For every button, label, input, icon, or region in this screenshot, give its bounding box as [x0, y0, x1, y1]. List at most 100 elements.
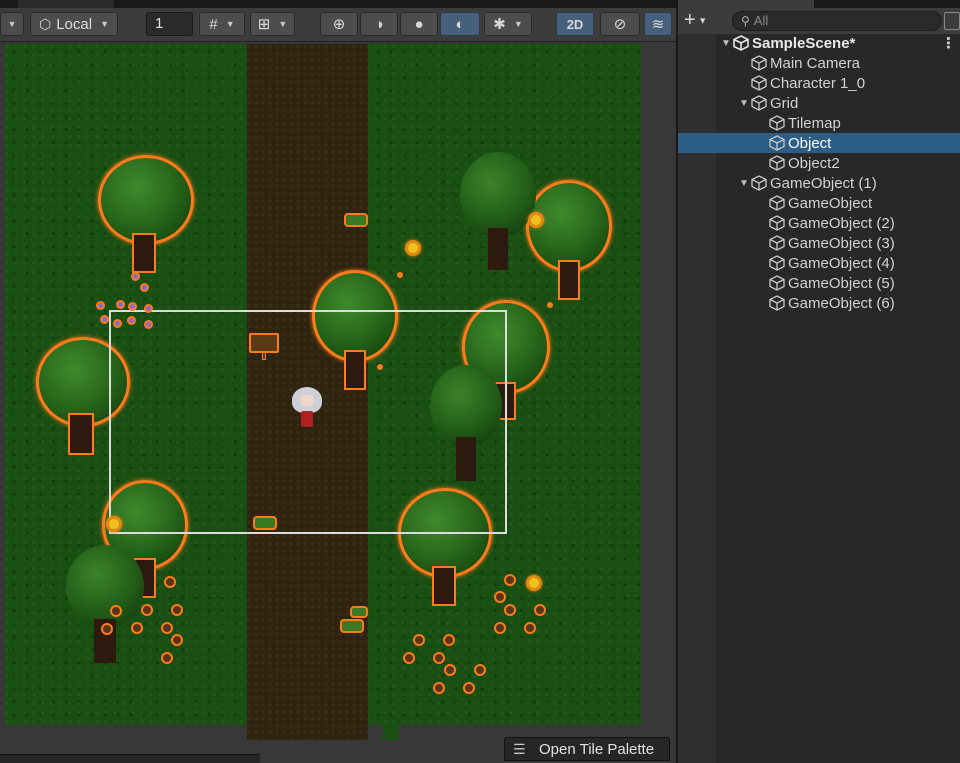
flower-sprite[interactable] — [504, 604, 516, 616]
collapse-arrow-icon[interactable]: ▼ — [720, 38, 732, 49]
unity-scene-icon — [733, 35, 749, 51]
sunflower-sprite[interactable] — [405, 240, 421, 256]
flower-sprite[interactable] — [463, 682, 475, 694]
flower-sprite[interactable] — [524, 622, 536, 634]
hierarchy-tab[interactable] — [678, 0, 814, 8]
flower-sprite[interactable] — [403, 652, 415, 664]
hierarchy-item[interactable]: Tilemap — [678, 113, 960, 133]
flower-sprite[interactable] — [161, 622, 173, 634]
tree-sprite[interactable] — [98, 155, 194, 273]
sunflower-sprite[interactable] — [106, 516, 122, 532]
grass-tuft-sprite[interactable] — [340, 619, 364, 633]
purple-flower-sprite[interactable] — [100, 315, 109, 324]
grass-tuft-sprite[interactable] — [344, 213, 368, 227]
purple-flower-sprite[interactable] — [127, 316, 136, 325]
flower-sprite[interactable] — [474, 664, 486, 676]
gameobject-cube-icon — [769, 235, 785, 251]
hierarchy-item[interactable]: GameObject — [678, 193, 960, 213]
purple-flower-sprite[interactable] — [113, 319, 122, 328]
scene-toolbar: ▼ ⬡ Local ▼ 1 # ▼ ⊞ ▼ ⊕ ◑ ● ◐ ✱ ▼ 2D ⊘ ≋ — [0, 8, 676, 42]
pebble-sprite — [397, 272, 403, 278]
character-body — [301, 411, 313, 427]
flower-sprite[interactable] — [164, 576, 176, 588]
lit-shading-button[interactable]: ◐ — [440, 12, 480, 36]
add-object-button[interactable]: + ▼ — [684, 10, 720, 31]
tool-dropdown[interactable]: ▼ — [0, 12, 24, 36]
shaded-shading-button[interactable]: ● — [400, 12, 438, 36]
flower-sprite[interactable] — [444, 664, 456, 676]
gameobject-cube-icon — [769, 215, 785, 231]
hierarchy-item[interactable]: Main Camera — [678, 53, 960, 73]
draw-mode-button[interactable]: ⊕ — [320, 12, 358, 36]
hierarchy-item[interactable]: Object2 — [678, 153, 960, 173]
flower-sprite[interactable] — [171, 634, 183, 646]
flower-sprite[interactable] — [534, 604, 546, 616]
hierarchy-item[interactable]: Object — [678, 133, 960, 153]
flower-sprite[interactable] — [433, 652, 445, 664]
gizmos-debug-button[interactable]: ✱ ▼ — [484, 12, 532, 36]
flower-sprite[interactable] — [161, 652, 173, 664]
flower-sprite[interactable] — [494, 591, 506, 603]
hierarchy-search-input[interactable]: ⚲ All — [732, 11, 942, 31]
hierarchy-item[interactable]: GameObject (5) — [678, 273, 960, 293]
flower-sprite[interactable] — [443, 634, 455, 646]
hierarchy-item-label: GameObject (3) — [788, 234, 895, 252]
more-options-icon[interactable]: ⋮ — [941, 34, 956, 52]
signpost-sprite[interactable] — [249, 333, 279, 353]
increment-snap-button[interactable]: ⊞ ▼ — [250, 12, 295, 36]
collapse-arrow-icon[interactable]: ▼ — [738, 98, 750, 109]
layers-button[interactable]: ≋ — [644, 12, 672, 36]
flower-sprite[interactable] — [171, 604, 183, 616]
hierarchy-item[interactable]: GameObject (2) — [678, 213, 960, 233]
sunflower-sprite[interactable] — [528, 212, 544, 228]
hierarchy-item-label: Character 1_0 — [770, 74, 866, 92]
flower-sprite[interactable] — [504, 574, 516, 586]
player-character-sprite[interactable] — [292, 387, 322, 431]
tree-sprite[interactable] — [460, 152, 536, 270]
audio-toggle-button[interactable]: ⊘ — [600, 12, 640, 36]
scene-view-panel: ▼ ⬡ Local ▼ 1 # ▼ ⊞ ▼ ⊕ ◑ ● ◐ ✱ ▼ 2D ⊘ ≋ — [0, 0, 676, 763]
toggle-2d-button[interactable]: 2D — [556, 12, 594, 36]
purple-flower-sprite[interactable] — [96, 301, 105, 310]
purple-flower-sprite[interactable] — [140, 283, 149, 292]
hierarchy-item[interactable]: GameObject (4) — [678, 253, 960, 273]
hierarchy-item[interactable]: ▼ Grid — [678, 93, 960, 113]
flower-sprite[interactable] — [131, 622, 143, 634]
grass-tuft-sprite[interactable] — [253, 516, 277, 530]
flower-sprite[interactable] — [101, 623, 113, 635]
flower-sprite[interactable] — [494, 622, 506, 634]
grid-snap-value-field[interactable]: 1 — [146, 12, 193, 36]
flower-sprite[interactable] — [110, 605, 122, 617]
purple-flower-sprite[interactable] — [144, 320, 153, 329]
scene-overlay-toolbar[interactable] — [0, 754, 260, 763]
dropdown-icon: ▼ — [225, 19, 235, 29]
grass-tuft-sprite[interactable] — [350, 606, 368, 618]
purple-flower-sprite[interactable] — [116, 300, 125, 309]
hierarchy-tree: ▼ SampleScene* ⋮ Main Camera Character 1_… — [678, 33, 960, 313]
grid-snap-button[interactable]: # ▼ — [199, 12, 245, 36]
tree-sprite[interactable] — [66, 545, 144, 663]
scene-visibility-icon[interactable] — [944, 12, 960, 30]
collapse-arrow-icon[interactable]: ▼ — [738, 178, 750, 189]
sunflower-sprite[interactable] — [526, 575, 542, 591]
hierarchy-item[interactable]: GameObject (3) — [678, 233, 960, 253]
flower-sprite[interactable] — [433, 682, 445, 694]
scene-name: SampleScene* — [752, 34, 856, 52]
open-tile-palette-button[interactable]: ☰ Open Tile Palette — [504, 737, 670, 761]
purple-flower-sprite[interactable] — [128, 302, 137, 311]
purple-flower-sprite[interactable] — [144, 304, 153, 313]
hierarchy-tab-strip — [678, 0, 960, 8]
flower-sprite[interactable] — [141, 604, 153, 616]
gameobject-cube-icon — [751, 55, 767, 71]
hierarchy-item[interactable]: GameObject (6) — [678, 293, 960, 313]
hierarchy-item-label: GameObject (2) — [788, 214, 895, 232]
hierarchy-item[interactable]: ▼ GameObject (1) — [678, 173, 960, 193]
flower-sprite[interactable] — [413, 634, 425, 646]
wireframe-shading-button[interactable]: ◑ — [360, 12, 398, 36]
pivot-rotation-dropdown[interactable]: ⬡ Local ▼ — [30, 12, 118, 36]
scene-tab[interactable] — [18, 0, 114, 8]
purple-flower-sprite[interactable] — [131, 272, 140, 281]
hierarchy-item[interactable]: Character 1_0 — [678, 73, 960, 93]
scene-root-row[interactable]: ▼ SampleScene* ⋮ — [678, 33, 960, 53]
tree-sprite[interactable] — [526, 180, 612, 300]
